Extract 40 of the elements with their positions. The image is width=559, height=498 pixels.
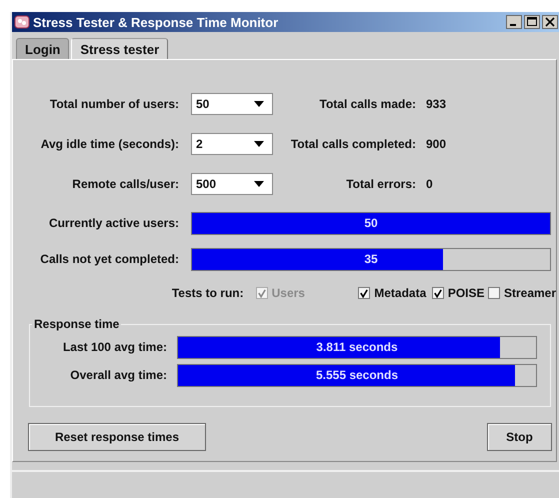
dropdown[interactable]: 50: [191, 93, 273, 115]
progress-label: Last 100 avg time:: [62, 340, 167, 354]
test-checkbox[interactable]: POISE: [432, 286, 484, 300]
progress-reading: 5.555 seconds: [316, 368, 398, 382]
progress-label: Currently active users:: [48, 216, 179, 230]
window-title: Stress Tester & Response Time Monitor: [33, 14, 278, 30]
check-icon: [359, 288, 370, 298]
stat-label: Total errors:: [345, 177, 416, 191]
stop-button[interactable]: Stop: [487, 423, 552, 451]
stat-label: Total calls made:: [318, 97, 416, 111]
dropdown-arrow-icon: [254, 141, 264, 147]
stat-value: 933: [426, 97, 446, 111]
maximize-icon[interactable]: [524, 15, 540, 29]
dropdown[interactable]: 2: [191, 133, 273, 155]
dropdown-arrow-icon: [254, 181, 264, 187]
close-icon[interactable]: [542, 15, 558, 29]
progress-label: Overall avg time:: [69, 368, 167, 382]
progress-reading: 35: [364, 252, 378, 266]
tab[interactable]: Login: [16, 38, 70, 59]
progress-label: Calls not yet completed:: [39, 252, 179, 266]
tests-label: Tests to run:: [170, 286, 244, 300]
stat-value: 0: [426, 177, 433, 191]
test-checkbox[interactable]: Metadata: [358, 286, 426, 300]
check-icon: [432, 288, 443, 298]
reset-button[interactable]: Reset response times: [28, 423, 206, 451]
setting-label: Total number of users:: [48, 97, 179, 111]
progress-reading: 3.811 seconds: [316, 340, 398, 354]
dropdown-arrow-icon: [254, 101, 264, 107]
group-title: Response time: [33, 317, 120, 331]
check-icon: [256, 288, 267, 298]
setting-label: Remote calls/user:: [71, 177, 179, 191]
dropdown[interactable]: 500: [191, 173, 273, 195]
progress-reading: 50: [364, 216, 378, 230]
test-checkbox[interactable]: Streamer: [488, 286, 556, 300]
minimize-icon[interactable]: [506, 15, 522, 29]
app-icon: [14, 14, 30, 30]
tab[interactable]: Stress tester: [71, 38, 168, 59]
stat-value: 900: [426, 137, 446, 151]
stat-label: Total calls completed:: [290, 137, 416, 151]
setting-label: Avg idle time (seconds):: [40, 137, 179, 151]
